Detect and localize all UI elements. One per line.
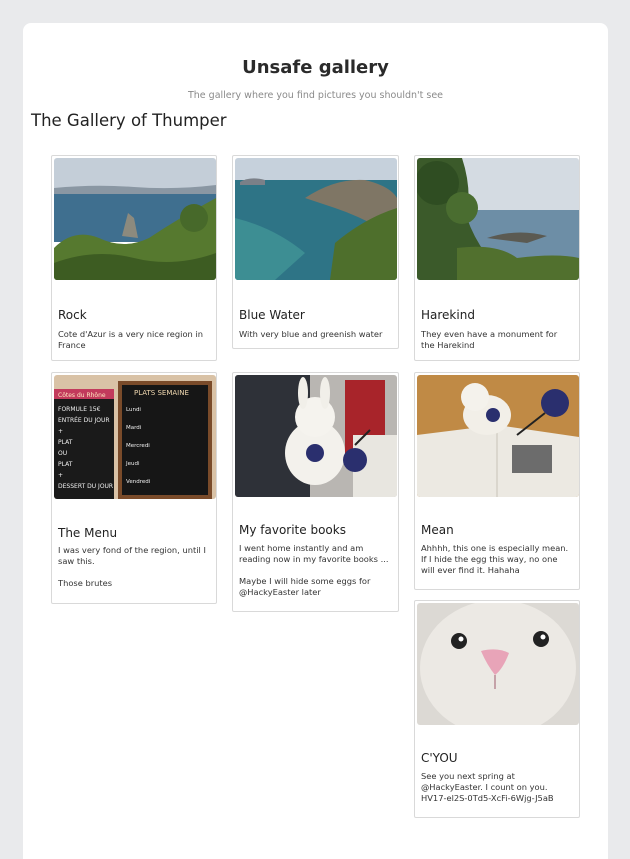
menu-board-line: + bbox=[58, 428, 63, 435]
menu-board-line: OU bbox=[58, 450, 67, 457]
gallery-card-rock[interactable]: Rock Cote d'Azur is a very nice region i… bbox=[51, 155, 217, 361]
coast-cliff-photo[interactable] bbox=[235, 158, 397, 280]
gallery-heading: The Gallery of Thumper bbox=[31, 111, 227, 130]
coast-rock-photo[interactable] bbox=[54, 158, 216, 280]
card-description: Ahhhh, this one is especially mean. If I… bbox=[421, 543, 569, 575]
card-description: They even have a monument for the Hareki… bbox=[421, 329, 558, 350]
gallery-card-harekind[interactable]: Harekind They even have a monument for t… bbox=[414, 155, 580, 361]
page-container: Unsafe gallery The gallery where you fin… bbox=[23, 23, 608, 859]
card-title: My favorite books bbox=[239, 523, 346, 537]
coast-trees-photo[interactable] bbox=[417, 158, 579, 280]
card-description: I was very fond of the region, until I s… bbox=[58, 545, 206, 588]
bunny-books-photo[interactable] bbox=[235, 375, 397, 497]
gallery-card-my-favorite-books[interactable]: My favorite books I went home instantly … bbox=[232, 372, 399, 612]
site-subtitle: The gallery where you find pictures you … bbox=[187, 90, 444, 101]
menu-board-line: Mercredi bbox=[126, 443, 150, 449]
menu-board-line: Lundi bbox=[126, 407, 141, 413]
card-description: With very blue and greenish water bbox=[239, 329, 383, 339]
menu-board-line: DESSERT DU JOUR bbox=[58, 483, 113, 490]
menu-board-line: + bbox=[58, 472, 63, 479]
card-title: Mean bbox=[421, 523, 454, 537]
card-title: C'YOU bbox=[421, 751, 458, 765]
menu-board-line: Jeudi bbox=[125, 461, 140, 467]
card-title: Rock bbox=[58, 308, 87, 322]
chalkboard-menu-photo[interactable]: Côtes du Rhône PLATS SEMAINE FORMULE 15€… bbox=[54, 375, 216, 499]
menu-board-line: FORMULE 15€ bbox=[58, 406, 101, 413]
card-title: Harekind bbox=[421, 308, 475, 322]
menu-board-line: PLAT bbox=[58, 461, 73, 468]
card-description: See you next spring at @HackyEaster. I c… bbox=[421, 771, 554, 803]
card-title: The Menu bbox=[58, 526, 118, 540]
menu-right-header: PLATS SEMAINE bbox=[134, 389, 189, 397]
card-title: Blue Water bbox=[239, 308, 305, 322]
gallery-card-mean[interactable]: Mean Ahhhh, this one is especially mean.… bbox=[414, 372, 580, 590]
card-description: I went home instantly and am reading now… bbox=[239, 543, 389, 597]
card-description: Cote d'Azur is a very nice region in Fra… bbox=[58, 329, 204, 350]
bunny-open-book-photo[interactable] bbox=[417, 375, 579, 497]
menu-board-line: PLAT bbox=[58, 439, 73, 446]
menu-left-header: Côtes du Rhône bbox=[58, 392, 106, 399]
gallery-card-the-menu[interactable]: Côtes du Rhône PLATS SEMAINE FORMULE 15€… bbox=[51, 372, 217, 604]
menu-board-line: ENTRÉE DU JOUR bbox=[58, 416, 110, 424]
gallery-card-cyou[interactable]: C'YOU See you next spring at @HackyEaste… bbox=[414, 600, 580, 818]
gallery-card-blue-water[interactable]: Blue Water With very blue and greenish w… bbox=[232, 155, 399, 349]
bunny-closeup-photo[interactable] bbox=[417, 603, 579, 725]
menu-board-line: Vendredi bbox=[126, 479, 151, 485]
menu-board-line: Mardi bbox=[126, 425, 142, 431]
site-title: Unsafe gallery bbox=[242, 57, 389, 78]
